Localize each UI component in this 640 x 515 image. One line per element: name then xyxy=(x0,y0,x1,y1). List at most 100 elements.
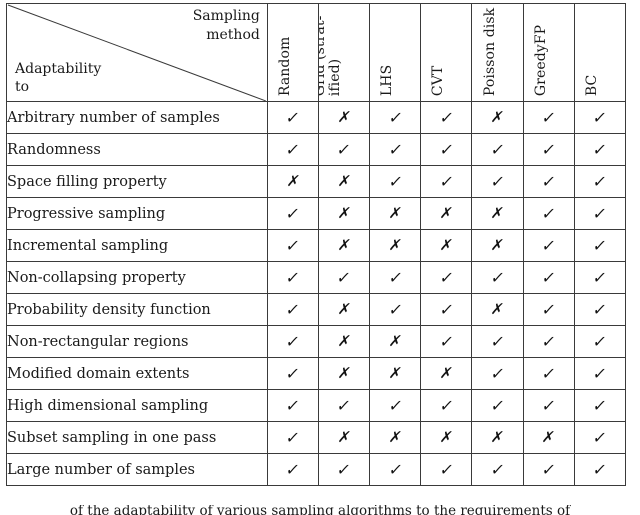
check-icon: ✓ xyxy=(540,459,558,479)
cell-cross: ✗ xyxy=(420,197,473,230)
cell-cross: ✗ xyxy=(317,293,371,326)
header-corner-adaptability-label: Adaptability to xyxy=(15,60,165,97)
column-header-label: LHS xyxy=(379,64,396,96)
check-icon: ✓ xyxy=(540,331,558,351)
rotated-text-wrapper: LHS xyxy=(371,5,420,96)
cell-check: ✓ xyxy=(573,133,627,166)
check-icon: ✓ xyxy=(540,139,558,159)
check-icon: ✓ xyxy=(284,203,302,223)
check-icon: ✓ xyxy=(591,299,609,319)
check-icon: ✓ xyxy=(489,331,506,351)
check-icon: ✓ xyxy=(284,395,302,415)
check-icon: ✓ xyxy=(591,427,609,447)
cross-icon: ✗ xyxy=(438,236,455,254)
adaptability-label-line1: Adaptability xyxy=(15,60,102,77)
cell-check: ✓ xyxy=(420,453,473,486)
check-icon: ✓ xyxy=(386,139,404,159)
cell-check: ✓ xyxy=(420,325,473,358)
cell-cross: ✗ xyxy=(317,101,371,134)
cell-check: ✓ xyxy=(369,453,422,486)
check-icon: ✓ xyxy=(438,395,455,415)
table-head: Sampling method Adaptability to Random G… xyxy=(6,3,627,102)
cell-cross: ✗ xyxy=(369,229,422,262)
check-icon: ✓ xyxy=(438,459,455,479)
cross-icon: ✗ xyxy=(438,428,455,446)
cell-check: ✓ xyxy=(471,325,524,358)
table-row: High dimensional sampling ✓ ✓ ✓ ✓ ✓ ✓ ✓ xyxy=(6,389,627,422)
check-icon: ✓ xyxy=(540,107,558,127)
cell-check: ✓ xyxy=(317,261,371,294)
sampling-method-comparison-table: Sampling method Adaptability to Random G… xyxy=(6,3,627,486)
cell-check: ✓ xyxy=(266,229,319,262)
cell-check: ✓ xyxy=(522,165,575,198)
cell-check: ✓ xyxy=(471,357,524,390)
cell-cross: ✗ xyxy=(317,325,371,358)
cell-cross: ✗ xyxy=(317,357,371,390)
cross-icon: ✗ xyxy=(336,172,353,190)
cell-check: ✓ xyxy=(522,389,575,422)
row-label: Space filling property xyxy=(6,165,268,198)
table-row: Large number of samples ✓ ✓ ✓ ✓ ✓ ✓ ✓ xyxy=(6,453,627,486)
table-row: Non-collapsing property ✓ ✓ ✓ ✓ ✓ ✓ ✓ xyxy=(6,261,627,294)
cross-icon: ✗ xyxy=(285,172,301,190)
column-header-random: Random xyxy=(266,3,319,102)
row-label: Incremental sampling xyxy=(6,229,268,262)
rotated-text-wrapper: CVT xyxy=(422,5,471,96)
cell-check: ✓ xyxy=(369,389,422,422)
cell-check: ✓ xyxy=(369,101,422,134)
cell-check: ✓ xyxy=(573,421,627,454)
table-body: Arbitrary number of samples ✓ ✗ ✓ ✓ ✗ ✓ ✓ Random… xyxy=(6,101,627,486)
cell-check: ✓ xyxy=(266,261,319,294)
cell-check: ✓ xyxy=(522,101,575,134)
cross-icon: ✗ xyxy=(489,428,506,446)
check-icon: ✓ xyxy=(438,107,455,127)
cross-icon: ✗ xyxy=(336,364,353,382)
check-icon: ✓ xyxy=(386,459,404,479)
cell-check: ✓ xyxy=(573,453,627,486)
cell-cross: ✗ xyxy=(471,293,524,326)
check-icon: ✓ xyxy=(540,203,558,223)
check-icon: ✓ xyxy=(386,107,404,127)
cell-check: ✓ xyxy=(522,261,575,294)
cell-check: ✓ xyxy=(369,133,422,166)
table-header-row: Sampling method Adaptability to Random G… xyxy=(6,3,627,102)
row-label: Modified domain extents xyxy=(6,357,268,390)
cell-check: ✓ xyxy=(573,229,627,262)
cross-icon: ✗ xyxy=(336,428,353,446)
cross-icon: ✗ xyxy=(489,300,506,318)
cross-icon: ✗ xyxy=(336,236,353,254)
check-icon: ✓ xyxy=(540,267,558,287)
cell-cross: ✗ xyxy=(420,357,473,390)
cell-cross: ✗ xyxy=(522,421,575,454)
check-icon: ✓ xyxy=(284,427,302,447)
check-icon: ✓ xyxy=(591,363,609,383)
cross-icon: ✗ xyxy=(336,332,353,350)
figure-caption-text: of the adaptability of various sampling … xyxy=(69,505,571,515)
column-header-poisson-disk: Poisson disk xyxy=(471,3,524,102)
check-icon: ✓ xyxy=(489,171,506,191)
table-row: Non-rectangular regions ✓ ✗ ✗ ✓ ✓ ✓ ✓ xyxy=(6,325,627,358)
column-header-label: GreedyFP xyxy=(532,24,549,96)
check-icon: ✓ xyxy=(438,267,455,287)
column-header-greedyfp: GreedyFP xyxy=(522,3,575,102)
cell-check: ✓ xyxy=(420,101,473,134)
figure-caption: of the adaptability of various sampling … xyxy=(0,505,640,515)
check-icon: ✓ xyxy=(284,363,302,383)
cell-check: ✓ xyxy=(266,101,319,134)
cell-check: ✓ xyxy=(266,389,319,422)
cell-check: ✓ xyxy=(573,261,627,294)
row-label: Non-collapsing property xyxy=(6,261,268,294)
cell-check: ✓ xyxy=(471,389,524,422)
cross-icon: ✗ xyxy=(387,236,404,254)
check-icon: ✓ xyxy=(284,299,302,319)
row-label: Large number of samples xyxy=(6,453,268,486)
row-label: Probability density function xyxy=(6,293,268,326)
check-icon: ✓ xyxy=(591,395,609,415)
column-header-label: BC xyxy=(583,74,600,96)
check-icon: ✓ xyxy=(591,235,609,255)
cell-cross: ✗ xyxy=(471,101,524,134)
cell-check: ✓ xyxy=(471,261,524,294)
cell-check: ✓ xyxy=(266,325,319,358)
cell-cross: ✗ xyxy=(369,421,422,454)
cell-cross: ✗ xyxy=(266,165,319,198)
